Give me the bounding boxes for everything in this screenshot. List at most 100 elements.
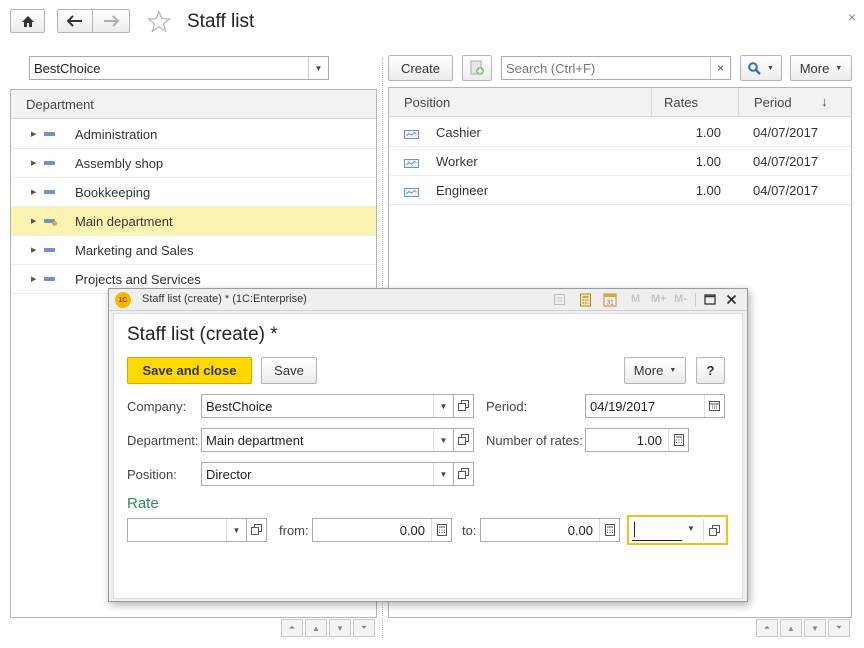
department-field[interactable]: Main department ▼ xyxy=(201,428,454,452)
open-position-button[interactable] xyxy=(454,462,474,486)
expand-arrow-icon[interactable]: ▶ xyxy=(31,217,36,225)
rate-to-field[interactable]: 0.00 xyxy=(480,518,620,542)
staff-list-create-dialog: 1С Staff list (create) * (1C:Enterprise)… xyxy=(108,288,748,602)
add-from-file-button[interactable] xyxy=(462,55,492,81)
calculator-icon[interactable] xyxy=(579,293,592,307)
open-company-button[interactable] xyxy=(454,394,474,418)
calculator-icon[interactable] xyxy=(431,519,451,541)
expand-arrow-icon[interactable]: ▶ xyxy=(31,159,36,167)
memory-plus-button[interactable]: M+ xyxy=(651,293,667,305)
close-icon[interactable] xyxy=(726,294,737,305)
save-and-close-button[interactable]: Save and close xyxy=(127,357,252,384)
dialog-title-bar[interactable]: 1С Staff list (create) * (1C:Enterprise)… xyxy=(109,289,747,311)
favorites-icon[interactable] xyxy=(553,293,566,306)
memory-m-button[interactable]: M xyxy=(631,293,640,305)
department-row[interactable]: ▶ Marketing and Sales xyxy=(11,236,376,265)
table-row[interactable]: Worker 1.00 04/07/2017 xyxy=(389,147,851,176)
company-field[interactable]: BestChoice ▼ xyxy=(201,394,454,418)
more-button[interactable]: More ▼ xyxy=(790,55,852,81)
rate-type-field[interactable]: ▼ xyxy=(127,518,247,542)
back-button[interactable] xyxy=(57,9,93,33)
arrow-left-icon xyxy=(67,15,83,27)
rates-cell: 1.00 xyxy=(695,125,721,140)
save-button[interactable]: Save xyxy=(261,357,317,384)
expand-arrow-icon[interactable]: ▶ xyxy=(31,275,36,283)
table-row[interactable]: Cashier 1.00 04/07/2017 xyxy=(389,118,851,147)
star-icon[interactable] xyxy=(147,10,171,33)
department-row[interactable]: ▶ Bookkeeping xyxy=(11,178,376,207)
rate-from-label: from: xyxy=(279,523,309,538)
expand-arrow-icon[interactable]: ▶ xyxy=(31,130,36,138)
department-label: Main department xyxy=(75,214,173,229)
department-column-header[interactable]: Department xyxy=(11,90,376,119)
scroll-up-button[interactable]: ▲ xyxy=(305,619,327,637)
scroll-first-button[interactable]: ⏶ xyxy=(281,619,303,637)
table-scroll-down-button[interactable]: ▼ xyxy=(804,619,826,637)
open-rate-type-button[interactable] xyxy=(247,518,267,542)
table-row[interactable]: Engineer 1.00 04/07/2017 xyxy=(389,176,851,205)
number-of-rates-field[interactable]: 1.00 xyxy=(585,428,689,452)
open-department-button[interactable] xyxy=(454,428,474,452)
chevron-down-icon[interactable]: ▼ xyxy=(433,463,453,485)
document-add-icon xyxy=(469,60,485,76)
department-row[interactable]: ▶ Main department xyxy=(11,207,376,236)
number-of-rates-label: Number of rates: xyxy=(486,433,583,448)
currency-input[interactable] xyxy=(632,519,682,541)
current-marker-icon xyxy=(52,221,57,226)
scroll-down-button[interactable]: ▼ xyxy=(329,619,351,637)
help-button[interactable]: ? xyxy=(696,357,725,384)
department-row[interactable]: ▶ Administration xyxy=(11,120,376,149)
dialog-more-button[interactable]: More ▼ xyxy=(624,357,686,384)
memory-minus-button[interactable]: M- xyxy=(674,293,687,305)
calendar-icon[interactable] xyxy=(704,395,724,417)
search-input[interactable] xyxy=(502,60,710,76)
open-window-icon xyxy=(251,523,262,538)
column-header-period[interactable]: Period xyxy=(754,95,792,110)
department-icon xyxy=(44,132,55,136)
company-select[interactable]: BestChoice ▼ xyxy=(29,56,329,80)
table-scroll-up-button[interactable]: ▲ xyxy=(780,619,802,637)
home-button[interactable] xyxy=(10,9,45,33)
table-scroll-last-button[interactable]: ⏷ xyxy=(828,619,850,637)
period-field[interactable]: 04/19/2017 xyxy=(585,394,725,418)
chevron-down-icon[interactable]: ▼ xyxy=(433,429,453,451)
calendar-icon[interactable]: 31 xyxy=(603,292,617,307)
sort-descending-icon: ↓ xyxy=(821,94,828,109)
calculator-icon[interactable] xyxy=(599,519,619,541)
rate-to-value: 0.00 xyxy=(567,522,593,538)
position-field[interactable]: Director ▼ xyxy=(201,462,454,486)
currency-field-focused[interactable]: ▼ xyxy=(627,515,728,545)
department-row[interactable]: ▶ Assembly shop xyxy=(11,149,376,178)
close-window-button[interactable]: × xyxy=(848,9,856,25)
expand-arrow-icon[interactable]: ▶ xyxy=(31,246,36,254)
chevron-down-icon[interactable]: ▼ xyxy=(433,395,453,417)
create-button[interactable]: Create xyxy=(388,55,453,81)
department-icon xyxy=(44,277,55,281)
position-cell: Engineer xyxy=(436,183,489,198)
expand-arrow-icon[interactable]: ▶ xyxy=(31,188,36,196)
dialog-caption: Staff list (create) * (1C:Enterprise) xyxy=(142,293,307,305)
department-icon xyxy=(44,248,55,252)
department-label: Administration xyxy=(75,127,158,142)
chevron-down-icon: ▼ xyxy=(767,64,774,72)
department-label: Department: xyxy=(127,433,199,448)
clear-search-button[interactable]: × xyxy=(710,57,730,79)
search-options-button[interactable]: ▼ xyxy=(740,55,782,81)
chevron-down-icon[interactable]: ▼ xyxy=(687,524,695,533)
column-header-rates[interactable]: Rates xyxy=(664,95,698,110)
position-cell: Cashier xyxy=(436,125,481,140)
maximize-icon[interactable] xyxy=(704,294,716,305)
company-field-value: BestChoice xyxy=(206,398,273,414)
open-window-icon[interactable] xyxy=(709,524,720,539)
rate-from-field[interactable]: 0.00 xyxy=(312,518,452,542)
forward-button[interactable] xyxy=(92,9,130,33)
search-field[interactable]: × xyxy=(501,56,731,80)
dialog-heading: Staff list (create) * xyxy=(127,324,278,345)
column-header-position[interactable]: Position xyxy=(404,95,450,110)
chevron-down-icon[interactable]: ▼ xyxy=(308,57,328,79)
calculator-icon[interactable] xyxy=(668,429,688,451)
scroll-last-button[interactable]: ⏷ xyxy=(353,619,375,637)
table-scroll-first-button[interactable]: ⏶ xyxy=(756,619,778,637)
chevron-down-icon[interactable]: ▼ xyxy=(226,519,246,541)
chevron-down-icon: ▼ xyxy=(835,64,843,72)
